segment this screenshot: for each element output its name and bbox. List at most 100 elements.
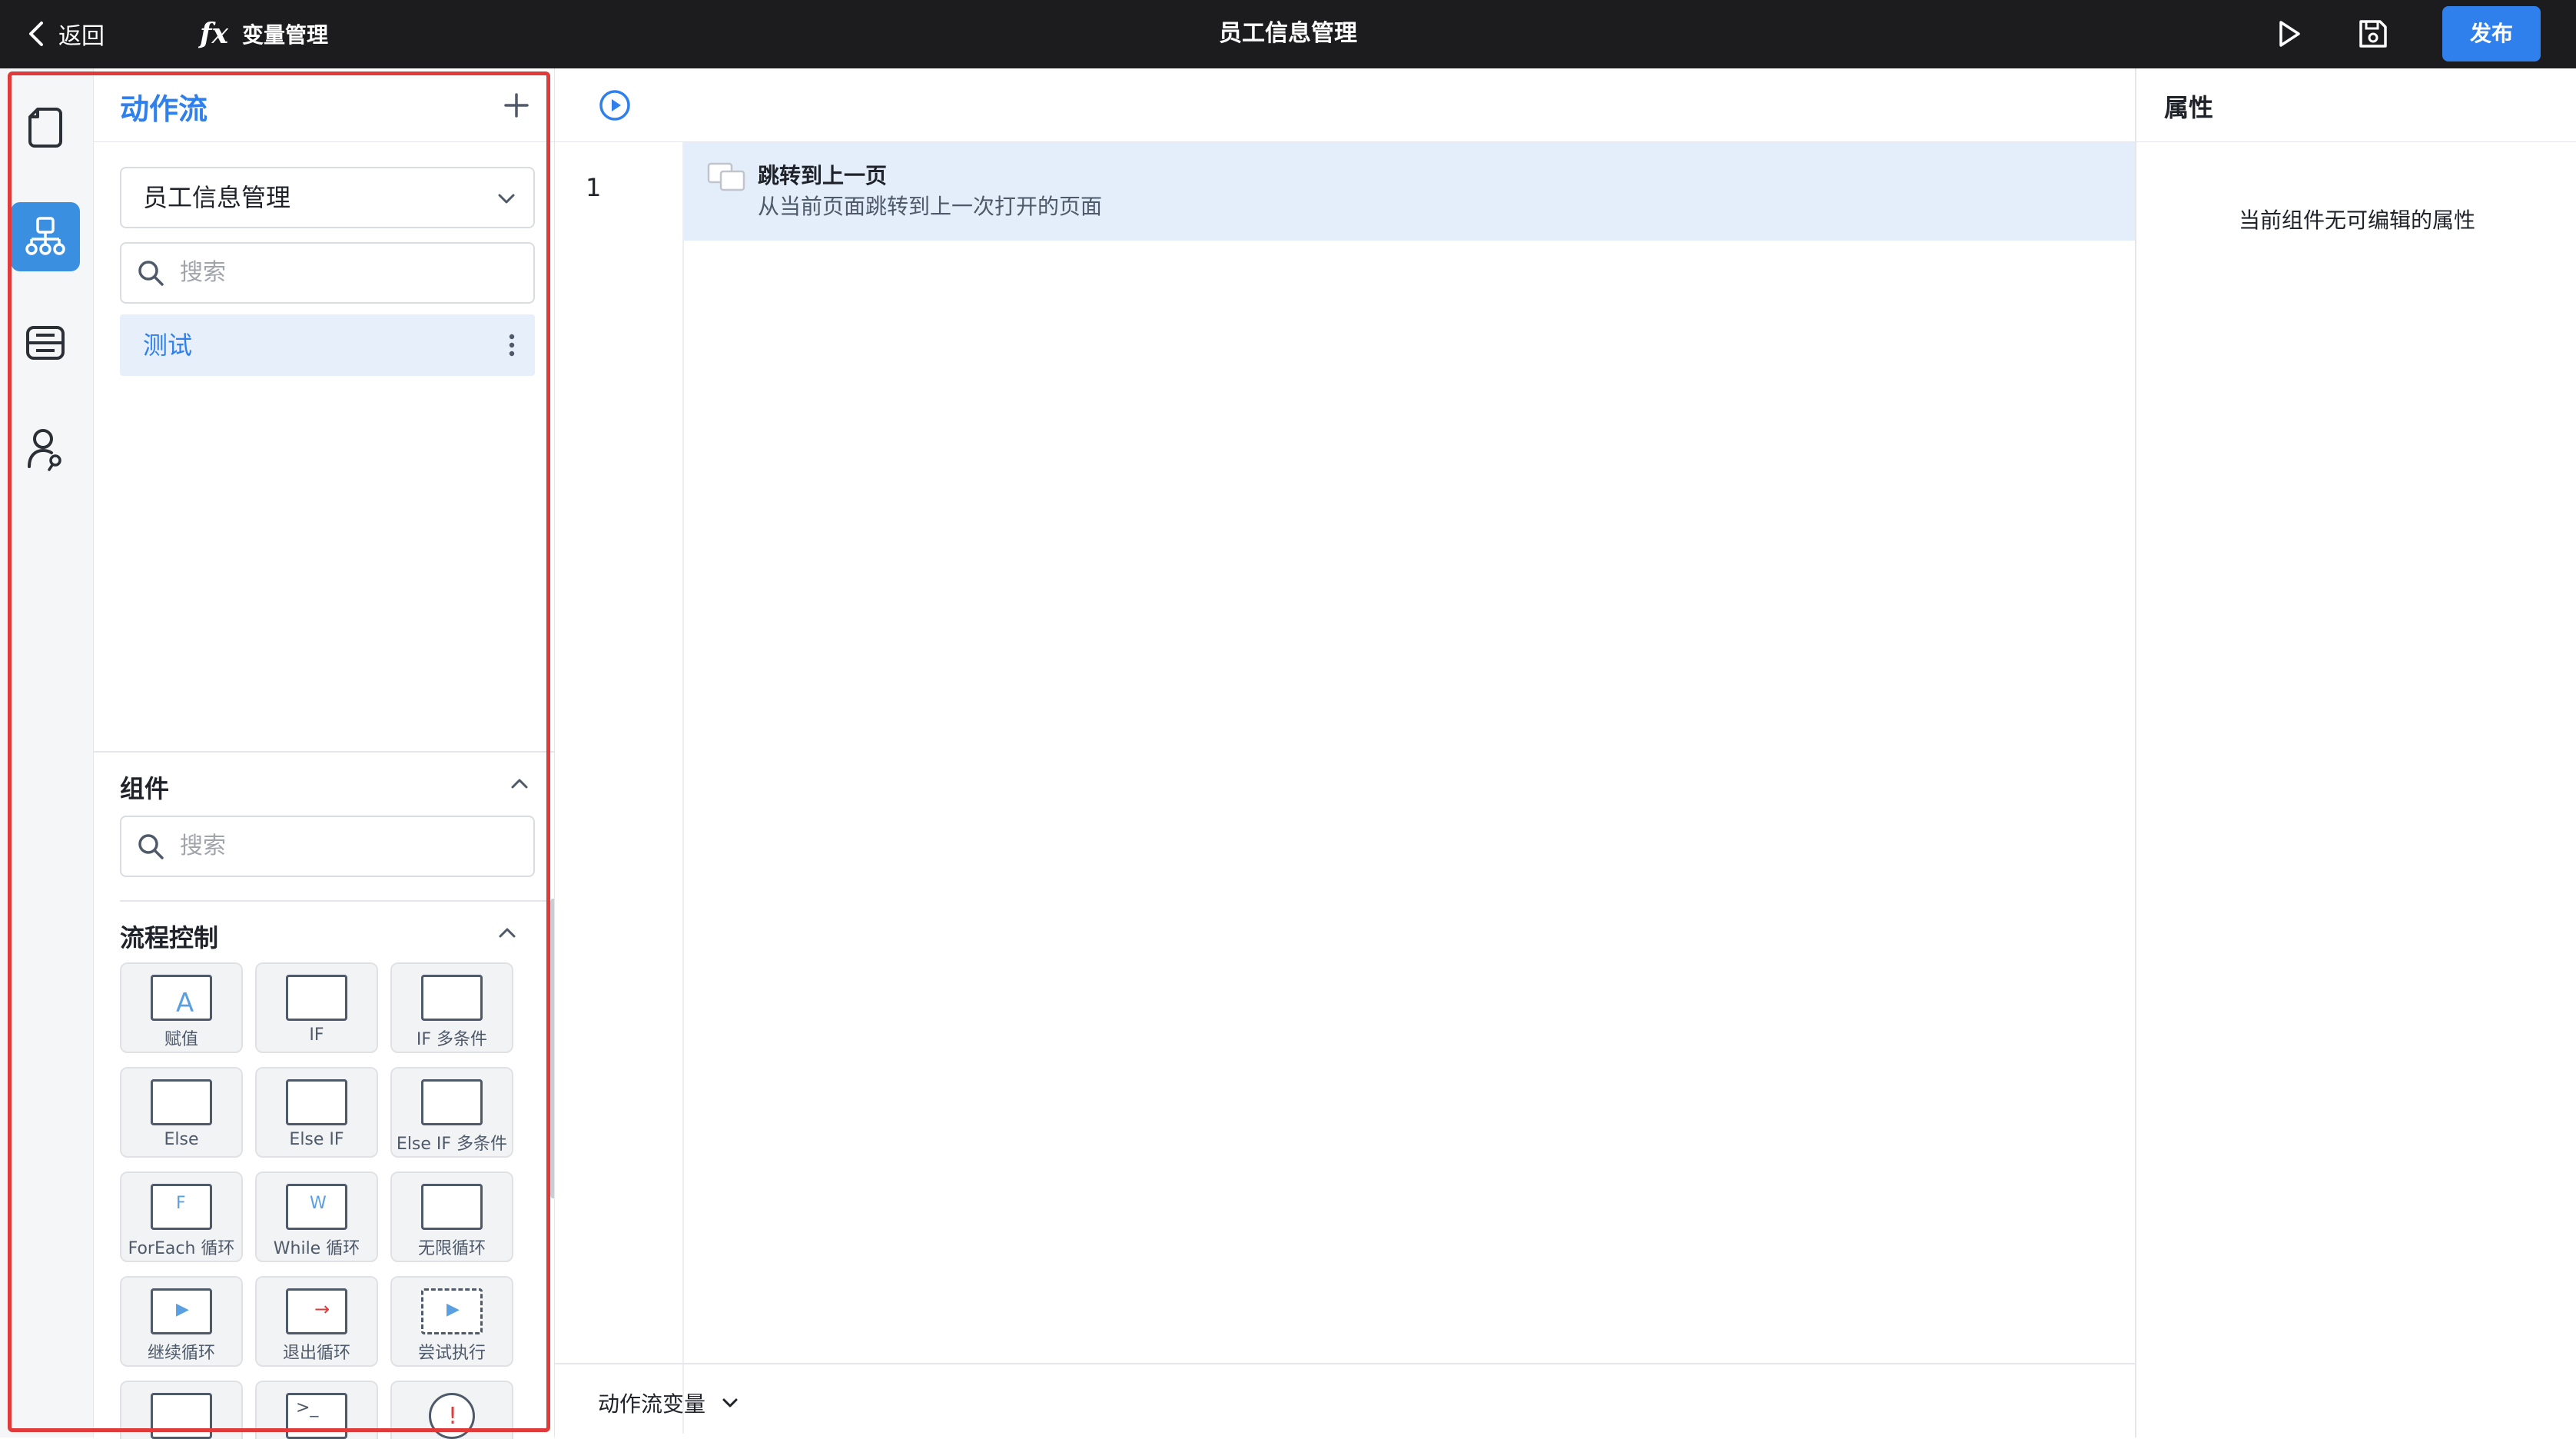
tile-label: Else IF 多条件 [396, 1135, 508, 1154]
flow-control-title: 流程控制 [120, 923, 219, 952]
publish-button[interactable]: 发布 [2442, 6, 2541, 61]
panel-header: 动作流 [94, 68, 554, 142]
flow-step[interactable]: 跳转到上一页 从当前页面跳转到上一次打开的页面 [684, 142, 2135, 241]
error-box-icon [151, 1393, 212, 1439]
continue-loop-icon: ▶ [151, 1288, 212, 1334]
tile-break-loop[interactable]: → 退出循环 [255, 1276, 378, 1367]
tile-partial[interactable] [120, 1381, 243, 1439]
while-icon: W [286, 1184, 347, 1230]
tile-label: 退出循环 [282, 1344, 350, 1363]
rail-item-data-source[interactable] [11, 308, 80, 377]
flow-control-tiles: A 赋值 IF IF 多条件 Else Else IF Else IF 多条件 … [120, 962, 535, 1439]
else-icon [151, 1079, 212, 1125]
rail-item-permissions[interactable] [11, 414, 80, 484]
flow-canvas: 1 跳转到上一页 从当前页面跳转到上一次打开的页面 动作流变量 [555, 68, 2135, 1437]
back-button[interactable]: 返回 [28, 15, 105, 52]
section-divider [120, 900, 547, 902]
search-placeholder: 搜索 [180, 832, 226, 859]
break-loop-icon: → [286, 1288, 347, 1334]
tile-else-if-multi[interactable]: Else IF 多条件 [390, 1067, 513, 1158]
tile-continue-loop[interactable]: ▶ 继续循环 [120, 1276, 243, 1367]
add-flow-button[interactable] [500, 88, 533, 122]
save-button[interactable] [2356, 17, 2390, 51]
tile-label: 继续循环 [147, 1344, 215, 1363]
tile-else-if[interactable]: Else IF [255, 1067, 378, 1158]
properties-header: 属性 [2136, 68, 2576, 142]
terminal-icon: >_ [286, 1393, 347, 1439]
properties-panel: 属性 当前组件无可编辑的属性 [2135, 68, 2576, 1437]
rail [0, 68, 94, 1437]
if-multi-icon [421, 975, 483, 1021]
user-permission-icon [28, 429, 61, 471]
line-number: 1 [586, 173, 602, 202]
tile-while[interactable]: W While 循环 [255, 1171, 378, 1262]
back-label: 返回 [58, 23, 105, 50]
step-title: 跳转到上一页 [758, 163, 888, 188]
plus-icon [504, 93, 529, 118]
foreach-icon: F [151, 1184, 212, 1230]
step-description: 从当前页面跳转到上一次打开的页面 [758, 194, 1103, 219]
rail-item-pages[interactable] [11, 93, 80, 162]
tile-else[interactable]: Else [120, 1067, 243, 1158]
rail-item-action-flow[interactable] [11, 202, 80, 271]
components-title: 组件 [120, 774, 170, 803]
if-icon [286, 975, 347, 1021]
run-button[interactable] [2272, 17, 2305, 51]
tile-label: ForEach 循环 [128, 1239, 235, 1258]
action-flow-icon [25, 217, 65, 255]
flow-variables-label: 动作流变量 [598, 1391, 706, 1417]
page-select[interactable]: 员工信息管理 [120, 167, 535, 228]
flow-list-item[interactable]: 测试 [120, 314, 535, 376]
infinite-loop-icon [421, 1184, 483, 1230]
tile-if-multi[interactable]: IF 多条件 [390, 962, 513, 1053]
chevron-up-icon[interactable] [506, 769, 533, 797]
gutter-divider [682, 142, 684, 1434]
canvas-toolbar [555, 68, 2135, 142]
variable-management-label: 变量管理 [241, 22, 328, 48]
variable-management-button[interactable]: fx 变量管理 [200, 15, 328, 52]
panel-title: 动作流 [120, 92, 208, 126]
page-select-value: 员工信息管理 [143, 183, 291, 212]
page-icon [28, 108, 62, 148]
tile-label: 无限循环 [417, 1239, 486, 1258]
else-if-icon [286, 1079, 347, 1125]
search-placeholder: 搜索 [180, 259, 226, 286]
more-vertical-icon[interactable] [503, 331, 521, 359]
tile-label: IF [309, 1025, 324, 1045]
tile-label: IF 多条件 [416, 1030, 488, 1049]
tile-if[interactable]: IF [255, 962, 378, 1053]
tile-label: While 循环 [273, 1239, 360, 1258]
tile-label: 赋值 [164, 1030, 198, 1049]
flow-search-input[interactable]: 搜索 [120, 242, 535, 304]
properties-empty-message: 当前组件无可编辑的属性 [2238, 208, 2475, 233]
try-icon: ▶ [421, 1288, 483, 1334]
top-bar: 返回 fx 变量管理 员工信息管理 发布 [0, 0, 2576, 68]
search-icon [138, 834, 164, 859]
tile-try[interactable]: ▶ 尝试执行 [390, 1276, 513, 1367]
save-icon [2359, 20, 2387, 48]
tile-label: 尝试执行 [417, 1344, 486, 1363]
component-search-input[interactable]: 搜索 [120, 816, 535, 877]
play-icon [2279, 21, 2300, 47]
tile-infinite-loop[interactable]: 无限循环 [390, 1171, 513, 1262]
tile-foreach[interactable]: F ForEach 循环 [120, 1171, 243, 1262]
flow-item-label: 测试 [143, 331, 193, 360]
assign-icon: A [151, 975, 212, 1021]
else-if-multi-icon [421, 1079, 483, 1125]
page-title: 员工信息管理 [1219, 20, 1357, 47]
fx-icon: fx [200, 18, 228, 50]
tile-partial[interactable]: ! [390, 1381, 513, 1439]
tile-label: Else [164, 1130, 199, 1149]
play-circle-icon[interactable] [598, 88, 632, 122]
data-source-icon [26, 326, 65, 360]
go-back-icon [707, 162, 745, 191]
chevron-down-icon [722, 1398, 738, 1407]
tile-partial[interactable]: >_ [255, 1381, 378, 1439]
tile-label: Else IF [289, 1130, 344, 1149]
chevron-left-icon [29, 22, 43, 46]
properties-title: 属性 [2164, 93, 2214, 122]
tile-assign[interactable]: A 赋值 [120, 962, 243, 1053]
chevron-up-icon[interactable] [493, 919, 521, 946]
flow-variables-toggle[interactable]: 动作流变量 [598, 1386, 741, 1420]
search-icon [138, 261, 164, 286]
